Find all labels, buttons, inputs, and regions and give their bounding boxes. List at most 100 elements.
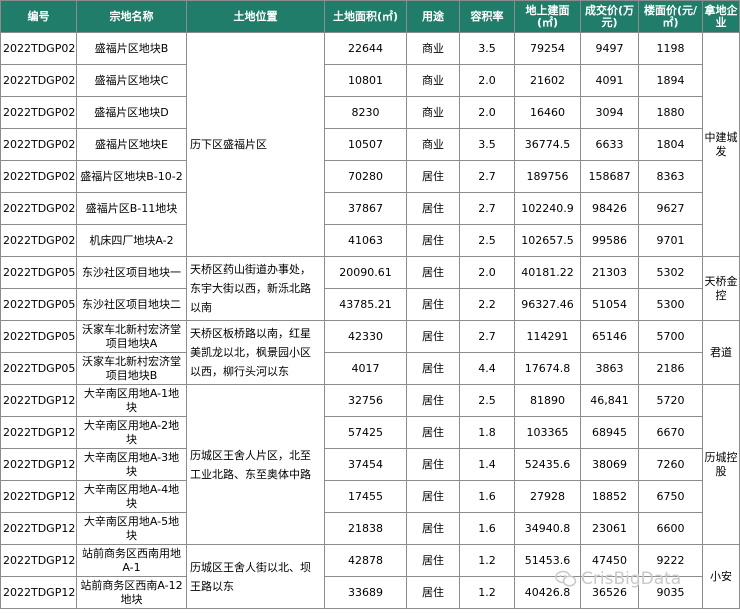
cell-use: 居住 — [406, 576, 460, 609]
cell-area: 33689 — [324, 576, 407, 609]
cell-far: 2.5 — [459, 384, 515, 417]
table-row: 2022TDGP02C0003 盛福片区地块D 8230 商业 2.0 1646… — [0, 96, 740, 129]
cell-use: 居住 — [406, 160, 460, 193]
cell-gfa: 52435.6 — [514, 448, 581, 481]
table-row: 2022TDGP12R0013 大辛南区用地A-1地块 历城区王舍人片区，北至工… — [0, 384, 740, 545]
watermark-text: CrisBigData — [581, 569, 682, 589]
cell-winner: 历城控股 — [702, 384, 740, 545]
cell-area: 20090.61 — [324, 256, 407, 289]
cell-use: 居住 — [406, 480, 460, 513]
cell-price: 3094 — [580, 96, 639, 129]
cell-unit-price: 1804 — [638, 128, 703, 161]
cell-price: 46,841 — [580, 384, 639, 417]
cell-price: 23061 — [580, 512, 639, 545]
cell-name: 盛福片区地块C — [76, 64, 187, 97]
cell-price: 158687 — [580, 160, 639, 193]
cell-price: 99586 — [580, 224, 639, 257]
cell-use: 商业 — [406, 96, 460, 129]
cell-gfa: 36774.5 — [514, 128, 581, 161]
table-row: 2022TDGP05R0012 东沙社区项目地块二 43785.21 居住 2.… — [0, 288, 740, 321]
cell-location: 历下区盛福片区 — [186, 32, 325, 257]
cell-code: 2022TDGP02R0005 — [0, 160, 77, 193]
cell-name: 站前商务区西南用地A-1 — [76, 544, 187, 577]
cell-area: 10801 — [324, 64, 407, 97]
table-row: 2022TDGP05C0032 沃家车北新村宏济堂项目地块B 4017 居住 4… — [0, 352, 740, 385]
cell-price: 6633 — [580, 128, 639, 161]
cell-gfa: 103365 — [514, 416, 581, 449]
cell-code: 2022TDGP05R0011 — [0, 256, 77, 289]
cell-name: 东沙社区项目地块二 — [76, 288, 187, 321]
cell-area: 42330 — [324, 320, 407, 353]
land-transaction-table: 编号 宗地名称 土地位置 土地面积(㎡) 用途 容积率 地上建面(㎡) 成交价(… — [0, 0, 740, 609]
table-row: 2022TDGP02C0001 盛福片区地块B 历下区盛福片区 22644 商业… — [0, 32, 740, 257]
header-price: 成交价(万元) — [580, 0, 639, 33]
cell-price: 3863 — [580, 352, 639, 385]
cell-area: 57425 — [324, 416, 407, 449]
cell-area: 17455 — [324, 480, 407, 513]
cell-gfa: 17674.8 — [514, 352, 581, 385]
cell-use: 居住 — [406, 544, 460, 577]
cell-far: 2.7 — [459, 320, 515, 353]
cell-area: 21838 — [324, 512, 407, 545]
header-gfa: 地上建面(㎡) — [514, 0, 581, 33]
header-use: 用途 — [406, 0, 460, 33]
cell-area: 70280 — [324, 160, 407, 193]
cell-far: 2.0 — [459, 64, 515, 97]
cell-use: 商业 — [406, 32, 460, 65]
cell-far: 1.4 — [459, 448, 515, 481]
cell-far: 2.0 — [459, 96, 515, 129]
header-row: 编号 宗地名称 土地位置 土地面积(㎡) 用途 容积率 地上建面(㎡) 成交价(… — [0, 0, 740, 33]
cell-name: 盛福片区地块B — [76, 32, 187, 65]
cell-name: 大辛南区用地A-1地块 — [76, 384, 187, 417]
cell-unit-price: 7260 — [638, 448, 703, 481]
cell-unit-price: 6600 — [638, 512, 703, 545]
cell-name: 站前商务区西南A-12地块 — [76, 576, 187, 609]
cell-use: 居住 — [406, 224, 460, 257]
header-far: 容积率 — [459, 0, 515, 33]
table-row: 2022TDGP12R0017 大辛南区用地A-5地块 21838 居住 1.6… — [0, 512, 740, 545]
table-row: 2022TDGP05R0011 东沙社区项目地块一 天桥区药山街道办事处，东宇大… — [0, 256, 740, 321]
cell-code: 2022TDGP02C0004 — [0, 128, 77, 161]
cell-area: 37454 — [324, 448, 407, 481]
cell-location: 天桥区板桥路以南，红星美凯龙以北，枫景园小区以西，柳行头河以东 — [186, 320, 325, 385]
header-code: 编号 — [0, 0, 77, 33]
cell-area: 41063 — [324, 224, 407, 257]
cell-price: 98426 — [580, 192, 639, 225]
cell-code: 2022TDGP12R0029 — [0, 544, 77, 577]
cell-area: 32756 — [324, 384, 407, 417]
cell-unit-price: 9701 — [638, 224, 703, 257]
cell-code: 2022TDGP02R0006 — [0, 192, 77, 225]
cell-unit-price: 1198 — [638, 32, 703, 65]
cell-unit-price: 9627 — [638, 192, 703, 225]
cell-gfa: 34940.8 — [514, 512, 581, 545]
header-winner: 拿地企业 — [702, 0, 740, 33]
table-row: 2022TDGP12R0015 大辛南区用地A-3地块 37454 居住 1.4… — [0, 448, 740, 481]
cell-use: 居住 — [406, 416, 460, 449]
cell-use: 居住 — [406, 320, 460, 353]
cell-far: 2.7 — [459, 192, 515, 225]
cell-unit-price: 6670 — [638, 416, 703, 449]
table-row: 2022TDGP02R0005 盛福片区地块B-10-2 70280 居住 2.… — [0, 160, 740, 193]
cell-area: 42878 — [324, 544, 407, 577]
cell-area: 22644 — [324, 32, 407, 65]
cell-code: 2022TDGP12R0030 — [0, 576, 77, 609]
cell-far: 1.6 — [459, 480, 515, 513]
cell-code: 2022TDGP02C0002 — [0, 64, 77, 97]
cell-far: 3.5 — [459, 128, 515, 161]
cell-gfa: 96327.46 — [514, 288, 581, 321]
cell-name: 沃家车北新村宏济堂项目地块B — [76, 352, 187, 385]
cell-use: 居住 — [406, 448, 460, 481]
cell-area: 43785.21 — [324, 288, 407, 321]
cell-name: 大辛南区用地A-3地块 — [76, 448, 187, 481]
cell-unit-price: 8363 — [638, 160, 703, 193]
cell-name: 沃家车北新村宏济堂项目地块A — [76, 320, 187, 353]
table-row: 2022TDGP02R0006 盛福片区B-11地块 37867 居住 2.7 … — [0, 192, 740, 225]
cell-area: 37867 — [324, 192, 407, 225]
cell-code: 2022TDGP12R0017 — [0, 512, 77, 545]
cell-location: 历城区王舍人街以北、坝王路以东 — [186, 544, 325, 609]
cell-gfa: 21602 — [514, 64, 581, 97]
cell-unit-price: 5300 — [638, 288, 703, 321]
cell-price: 51054 — [580, 288, 639, 321]
cell-code: 2022TDGP02R0007 — [0, 224, 77, 257]
cell-name: 东沙社区项目地块一 — [76, 256, 187, 289]
